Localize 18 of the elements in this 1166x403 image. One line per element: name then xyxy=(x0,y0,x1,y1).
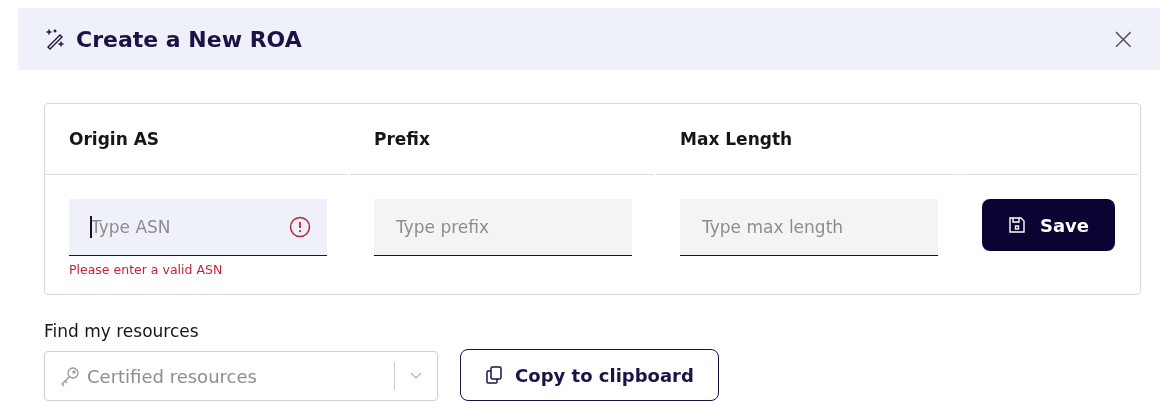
error-message: Please enter a valid ASN xyxy=(69,262,224,277)
magic-wand-icon xyxy=(44,28,66,50)
section-label: Find my resources xyxy=(44,321,200,341)
error-icon xyxy=(289,216,311,238)
chevron-down-icon xyxy=(409,371,423,381)
input-field[interactable]: Type max length xyxy=(680,199,938,256)
input-field[interactable]: Type ASN xyxy=(69,199,327,256)
column-header: Prefix xyxy=(374,129,430,149)
close-button[interactable]: × xyxy=(1106,24,1140,54)
select-placeholder: Certified resources xyxy=(87,365,258,387)
column-header: Origin AS xyxy=(69,129,160,149)
column-header: Max Length xyxy=(680,129,793,149)
save-button[interactable]: Save xyxy=(982,199,1115,251)
copy-button[interactable]: Copy to clipboard xyxy=(460,349,719,401)
input-field[interactable]: Type prefix xyxy=(374,199,632,256)
copy-icon xyxy=(485,365,504,385)
dialog-title: Create a New ROA xyxy=(76,26,302,52)
key-icon xyxy=(59,365,81,387)
